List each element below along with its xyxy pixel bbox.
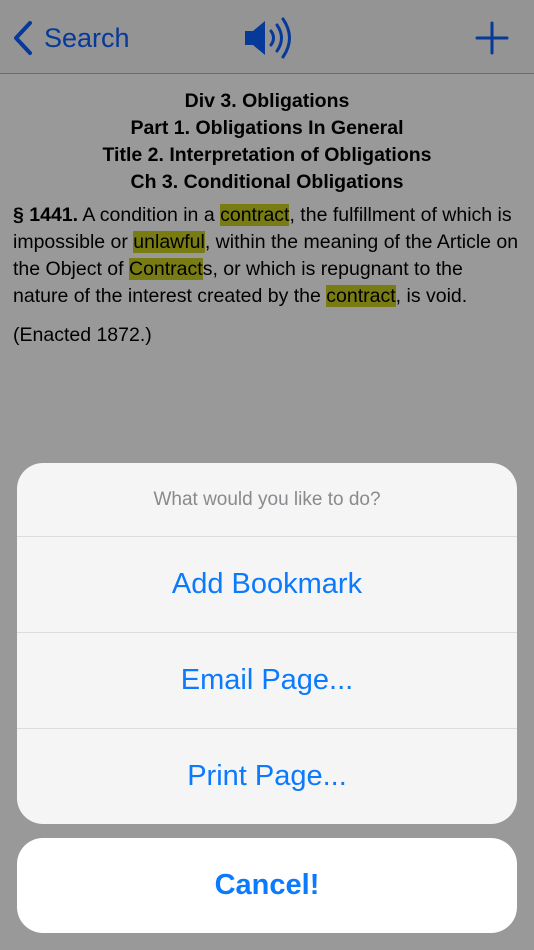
screen: Search Div 3. Obligations Part 1. Obliga… <box>0 0 534 950</box>
add-bookmark-button[interactable]: Add Bookmark <box>17 537 517 633</box>
cancel-button[interactable]: Cancel! <box>17 838 517 933</box>
action-sheet: What would you like to do? Add Bookmark … <box>17 463 517 824</box>
print-page-button[interactable]: Print Page... <box>17 729 517 824</box>
action-sheet-title: What would you like to do? <box>17 463 517 537</box>
email-page-button[interactable]: Email Page... <box>17 633 517 729</box>
